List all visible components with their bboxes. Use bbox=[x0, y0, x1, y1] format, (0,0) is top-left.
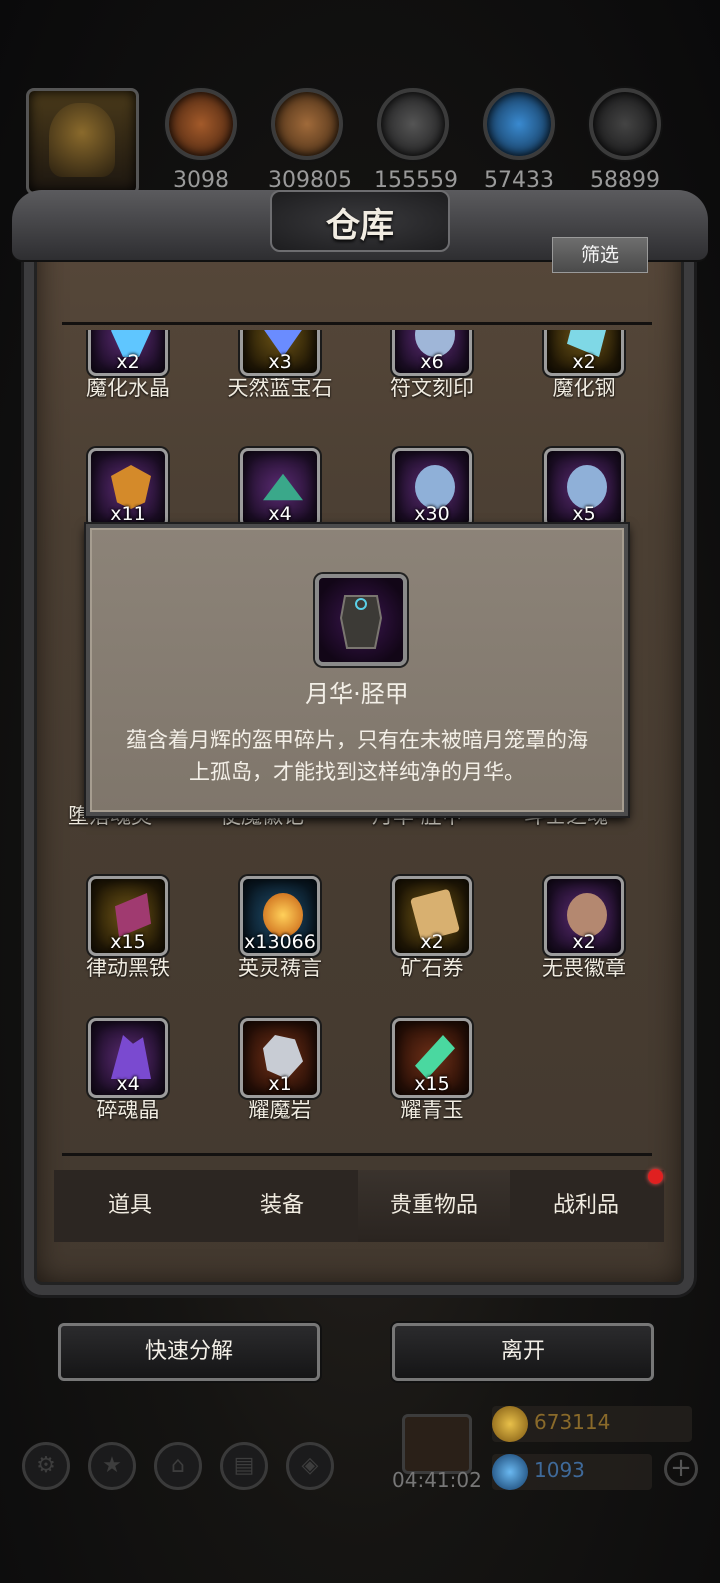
add-currency-icon[interactable]: + bbox=[664, 1452, 698, 1486]
item-name: 魔化水晶 bbox=[86, 376, 170, 400]
item-qty: x4 bbox=[268, 503, 292, 525]
item-cell[interactable]: x15 律动黑铁 bbox=[68, 876, 188, 982]
item-cell[interactable]: x2 矿石券 bbox=[372, 876, 492, 982]
item-name: 耀魔岩 bbox=[248, 1098, 312, 1122]
tab-loot[interactable]: 战利品 bbox=[510, 1170, 662, 1242]
item-name: 英灵祷言 bbox=[238, 956, 322, 980]
item-slot: x15 bbox=[88, 876, 168, 956]
item-cell[interactable]: x5 bbox=[524, 448, 644, 528]
item-cell[interactable]: x15 耀青玉 bbox=[372, 1018, 492, 1124]
item-cell[interactable]: x1 耀魔岩 bbox=[220, 1018, 340, 1124]
item-name: 魔化钢 bbox=[552, 376, 616, 400]
item-slot: x6 bbox=[392, 330, 472, 376]
item-qty: x2 bbox=[116, 351, 140, 373]
item-qty: x2 bbox=[572, 351, 596, 373]
blue-gem-icon bbox=[492, 1454, 528, 1490]
item-qty: x6 bbox=[420, 351, 444, 373]
item-name: 碎魂晶 bbox=[96, 1098, 160, 1122]
gem-amount: 1093 bbox=[534, 1458, 585, 1482]
item-qty: x5 bbox=[572, 503, 596, 525]
item-slot: x2 bbox=[544, 330, 624, 376]
item-qty: x11 bbox=[110, 503, 146, 525]
item-slot: x2 bbox=[544, 876, 624, 956]
resource-bar: 3098 309805 155559 57433 58899 bbox=[0, 85, 720, 195]
item-name: 律动黑铁 bbox=[86, 956, 170, 980]
item-slot: x13066 bbox=[240, 876, 320, 956]
item-name: 矿石券 bbox=[400, 956, 464, 980]
gold-currency: 673114 bbox=[492, 1406, 692, 1442]
item-tooltip: 月华·胫甲 蕴含着月辉的盔甲碎片，只有在未被暗月笼罩的海上孤岛，才能找到这样纯净… bbox=[86, 524, 628, 816]
item-qty: x2 bbox=[572, 931, 596, 953]
item-qty: x13066 bbox=[244, 931, 316, 953]
item-name: 符文刻印 bbox=[390, 376, 474, 400]
resource-iron[interactable]: 155559 bbox=[374, 88, 458, 193]
loot-notification-dot bbox=[648, 1169, 663, 1184]
category-tabs: 道具 装备 贵重物品 战利品 bbox=[54, 1170, 664, 1242]
item-name: 耀青玉 bbox=[400, 1098, 464, 1122]
item-slot: x3 bbox=[240, 330, 320, 376]
item-qty: x15 bbox=[414, 1073, 450, 1095]
iron-ingot-icon bbox=[377, 88, 449, 160]
item-qty: x3 bbox=[268, 351, 292, 373]
leave-button[interactable]: 离开 bbox=[392, 1323, 654, 1381]
resource-crystal[interactable]: 57433 bbox=[480, 88, 558, 193]
item-slot: x4 bbox=[240, 448, 320, 528]
item-cell[interactable]: x30 bbox=[372, 448, 492, 528]
item-cell[interactable]: x4 bbox=[220, 448, 340, 528]
moon-greaves-icon bbox=[315, 574, 407, 666]
item-cell[interactable]: x2 无畏徽章 bbox=[524, 876, 644, 982]
star-icon[interactable]: ★ bbox=[88, 1442, 136, 1490]
dark-iron-icon bbox=[589, 88, 661, 160]
filter-button[interactable]: 筛选 bbox=[552, 237, 648, 273]
wood-plank-icon bbox=[271, 88, 343, 160]
item-cell[interactable]: x11 bbox=[68, 448, 188, 528]
grid-top-divider bbox=[62, 322, 652, 325]
quick-decompose-button[interactable]: 快速分解 bbox=[58, 1323, 320, 1381]
tab-equipment[interactable]: 装备 bbox=[206, 1170, 358, 1242]
item-qty: x1 bbox=[268, 1073, 292, 1095]
item-cell[interactable]: x2 魔化水晶 bbox=[68, 330, 188, 402]
building-icon[interactable]: ⌂ bbox=[154, 1442, 202, 1490]
blue-crystal-icon bbox=[483, 88, 555, 160]
tooltip-description: 蕴含着月辉的盔甲碎片，只有在未被暗月笼罩的海上孤岛，才能找到这样纯净的月华。 bbox=[126, 728, 588, 784]
tab-items[interactable]: 道具 bbox=[54, 1170, 206, 1242]
item-slot: x2 bbox=[392, 876, 472, 956]
item-name: 无畏徽章 bbox=[542, 956, 626, 980]
item-cell[interactable]: x2 魔化钢 bbox=[524, 330, 644, 402]
resource-copper[interactable]: 3098 bbox=[162, 88, 240, 193]
item-slot: x2 bbox=[88, 330, 168, 376]
item-cell[interactable]: x3 天然蓝宝石 bbox=[220, 330, 340, 402]
item-slot: x11 bbox=[88, 448, 168, 528]
item-slot: x4 bbox=[88, 1018, 168, 1098]
tab-valuables[interactable]: 贵重物品 bbox=[358, 1170, 510, 1242]
hooded-hero-icon bbox=[49, 103, 115, 177]
grid-bottom-divider bbox=[62, 1153, 652, 1156]
item-slot: x5 bbox=[544, 448, 624, 528]
gold-coin-icon bbox=[492, 1406, 528, 1442]
item-qty: x15 bbox=[110, 931, 146, 953]
gift-box-icon[interactable] bbox=[402, 1414, 472, 1474]
gem-currency: 1093 bbox=[492, 1454, 652, 1490]
resource-wood[interactable]: 309805 bbox=[268, 88, 352, 193]
item-cell[interactable]: x4 碎魂晶 bbox=[68, 1018, 188, 1124]
hero-portrait[interactable] bbox=[26, 88, 139, 195]
resource-dark-iron[interactable]: 58899 bbox=[586, 88, 664, 193]
item-slot: x1 bbox=[240, 1018, 320, 1098]
settings-gear-icon[interactable]: ⚙ bbox=[22, 1442, 70, 1490]
item-cell[interactable]: x6 符文刻印 bbox=[372, 330, 492, 402]
item-slot: x30 bbox=[392, 448, 472, 528]
gift-timer: 04:41:02 bbox=[392, 1468, 482, 1492]
map-icon[interactable]: ◈ bbox=[286, 1442, 334, 1490]
item-qty: x2 bbox=[420, 931, 444, 953]
item-slot: x15 bbox=[392, 1018, 472, 1098]
item-name: 天然蓝宝石 bbox=[227, 376, 333, 400]
book-icon[interactable]: ▤ bbox=[220, 1442, 268, 1490]
warehouse-title: 仓库 bbox=[326, 206, 394, 246]
tooltip-item-name: 月华·胫甲 bbox=[305, 680, 409, 708]
item-qty: x4 bbox=[116, 1073, 140, 1095]
gold-amount: 673114 bbox=[534, 1410, 611, 1434]
item-cell[interactable]: x13066 英灵祷言 bbox=[220, 876, 340, 982]
item-qty: x30 bbox=[414, 503, 450, 525]
copper-ore-icon bbox=[165, 88, 237, 160]
